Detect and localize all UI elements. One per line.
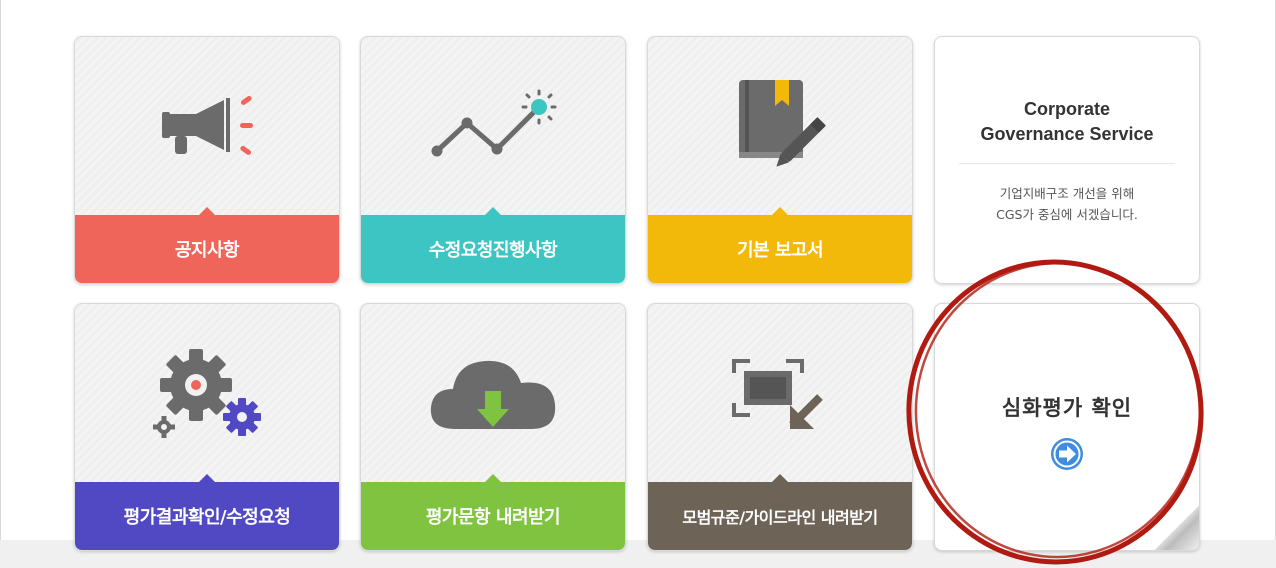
advanced-evaluation-label: 심화평가 확인 [1001, 396, 1133, 420]
tile-revision-progress[interactable]: 수정요청진행사항 [360, 36, 626, 284]
tile-download-questions[interactable]: 평가문항 내려받기 [360, 303, 626, 551]
tile-revision-progress-label: 수정요청진행사항 [428, 240, 558, 261]
cloud-download-icon [361, 304, 625, 484]
tile-evaluation-results-band: 평가결과확인/수정요청 [75, 474, 339, 550]
tile-notice-label: 공지사항 [174, 240, 240, 261]
cgs-info-description: 기업지배구조 개선을 위해 CGS가 중심에 서겠습니다. [935, 183, 1199, 225]
tile-download-questions-band: 평가문항 내려받기 [361, 474, 625, 550]
cgs-info-title-line2: Governance Service [980, 124, 1154, 144]
screen-capture-icon [648, 304, 912, 484]
tile-notice[interactable]: 공지사항 [74, 36, 340, 284]
tile-download-guidelines-band: 모범규준/가이드라인 내려받기 [648, 474, 912, 550]
tile-revision-progress-band: 수정요청진행사항 [361, 207, 625, 283]
trend-line-icon [361, 37, 625, 217]
tile-basic-report[interactable]: 기본 보고서 [647, 36, 913, 284]
tile-basic-report-band: 기본 보고서 [648, 207, 912, 283]
cgs-info-title-line1: Corporate [1023, 99, 1110, 119]
cgs-info-title: Corporate Governance Service [935, 97, 1199, 147]
cgs-info-card: Corporate Governance Service 기업지배구조 개선을 … [934, 36, 1200, 284]
tile-notice-band: 공지사항 [75, 207, 339, 283]
cgs-info-divider [959, 163, 1175, 164]
cgs-info-desc-line2: CGS가 중심에 서겠습니다. [996, 207, 1138, 222]
tile-evaluation-results-label: 평가결과확인/수정요청 [123, 507, 291, 528]
gears-icon [75, 304, 339, 484]
megaphone-icon [75, 37, 339, 217]
arrow-right-circle-icon[interactable] [1050, 437, 1084, 475]
tile-basic-report-label: 기본 보고서 [736, 240, 824, 261]
tile-download-guidelines-label: 모범규준/가이드라인 내려받기 [682, 508, 878, 527]
advanced-evaluation-card[interactable]: 심화평가 확인 [934, 303, 1200, 551]
page-curl-decoration [1155, 506, 1199, 550]
report-book-icon [648, 37, 912, 217]
tile-evaluation-results[interactable]: 평가결과확인/수정요청 [74, 303, 340, 551]
cgs-info-desc-line1: 기업지배구조 개선을 위해 [999, 186, 1135, 201]
tile-download-questions-label: 평가문항 내려받기 [425, 507, 561, 528]
tile-download-guidelines[interactable]: 모범규준/가이드라인 내려받기 [647, 303, 913, 551]
